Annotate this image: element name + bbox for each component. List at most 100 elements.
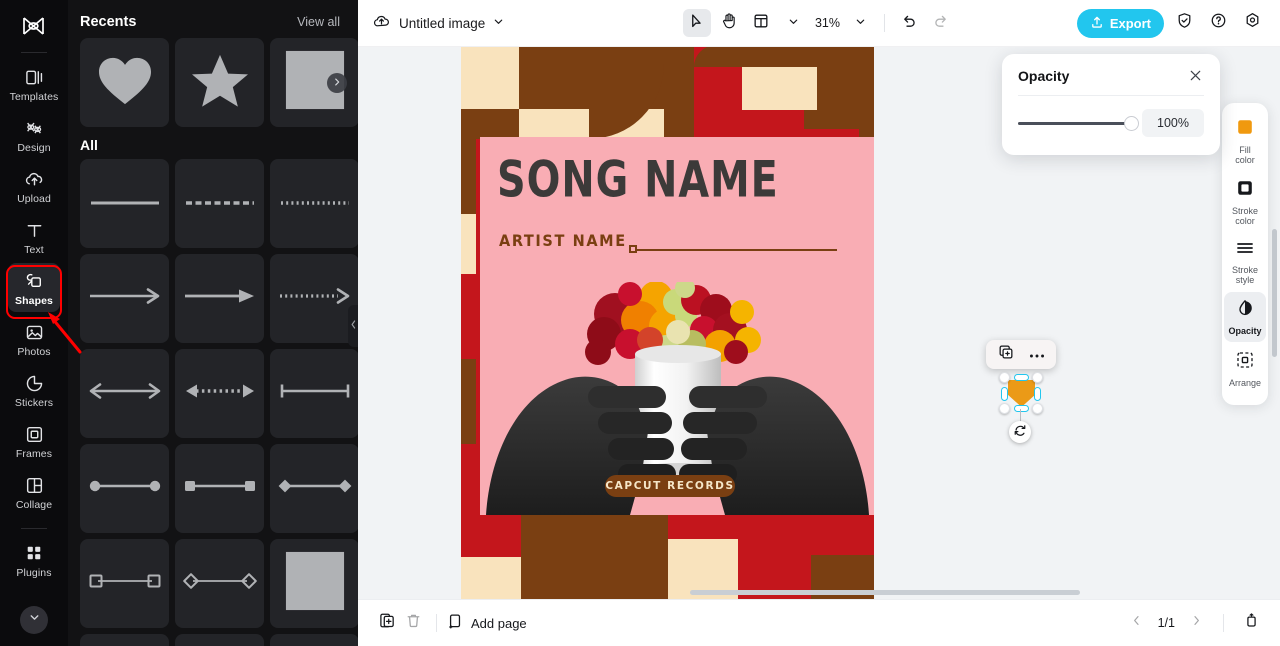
panel-collapse-button[interactable]	[348, 305, 358, 347]
resize-handle-bottom[interactable]	[1014, 405, 1029, 412]
shape-tile-diamond-end-line[interactable]	[270, 444, 358, 533]
rail-divider	[21, 52, 47, 53]
opacity-slider-knob[interactable]	[1124, 115, 1139, 131]
selection-bounding-box[interactable]	[999, 372, 1043, 414]
page-manager-button[interactable]	[1238, 610, 1264, 636]
heart-icon	[96, 54, 154, 112]
resize-handle-top-right[interactable]	[1032, 372, 1043, 383]
previous-page-button[interactable]	[1124, 610, 1150, 636]
resize-handle-bottom-right[interactable]	[1032, 403, 1043, 414]
sidebar-item-templates[interactable]: Templates	[8, 59, 60, 108]
opacity-button[interactable]: Opacity	[1224, 292, 1266, 342]
page-manager-icon	[1243, 612, 1260, 634]
shield-check-button[interactable]	[1170, 9, 1198, 37]
poster-card[interactable]: SONG NAME ARTIST NAME CAPCUT RECORDS	[480, 137, 874, 515]
sidebar-item-design[interactable]: Design	[8, 110, 60, 159]
chevron-down-icon	[787, 14, 798, 32]
shape-tile-star[interactable]	[175, 38, 264, 127]
duplicate-button[interactable]	[995, 344, 1017, 366]
resize-handle-top[interactable]	[1014, 374, 1029, 381]
help-button[interactable]	[1204, 9, 1232, 37]
more-options-button[interactable]	[1026, 344, 1048, 366]
shape-tile-dotted-line[interactable]	[270, 159, 358, 248]
shape-tile-partial-1[interactable]	[80, 634, 169, 646]
shield-check-icon	[1176, 12, 1193, 34]
canvas-area[interactable]: SONG NAME ARTIST NAME CAPCUT RECORDS Opa…	[358, 47, 1280, 599]
opacity-popover-header: Opacity	[1018, 68, 1204, 84]
dashed-line-icon	[184, 195, 256, 213]
shape-tile-filled-square[interactable]	[270, 539, 358, 628]
resize-handle-right[interactable]	[1034, 387, 1041, 401]
fill-color-swatch-icon	[1235, 117, 1255, 142]
shape-tile-circle-end-line[interactable]	[80, 444, 169, 533]
opacity-value-field[interactable]: 100%	[1142, 109, 1204, 137]
shape-tile-square-end-line[interactable]	[175, 444, 264, 533]
view-all-link[interactable]: View all	[297, 15, 340, 29]
shape-tile-bar-end-line[interactable]	[270, 349, 358, 438]
stroke-style-icon	[1235, 239, 1255, 262]
sidebar-item-plugins[interactable]: Plugins	[8, 535, 60, 584]
redo-button[interactable]	[927, 9, 955, 37]
export-button[interactable]: Export	[1076, 8, 1164, 38]
delete-page-button[interactable]	[400, 610, 426, 636]
duplicate-page-button[interactable]	[374, 610, 400, 636]
close-button[interactable]	[1188, 68, 1204, 84]
settings-button[interactable]	[1238, 9, 1266, 37]
shape-tile-dotted-double-arrow[interactable]	[175, 349, 264, 438]
layout-dropdown-button[interactable]	[779, 9, 807, 37]
next-page-button[interactable]	[1183, 610, 1209, 636]
sidebar-item-frames[interactable]: Frames	[8, 416, 60, 465]
sidebar-item-label: Upload	[17, 193, 51, 205]
fill-color-button[interactable]: Fill color	[1224, 111, 1266, 170]
shape-tile-arrow-filled[interactable]	[175, 254, 264, 343]
sidebar-item-stickers[interactable]: Stickers	[8, 365, 60, 414]
chevron-right-icon	[332, 74, 342, 92]
resize-handle-left[interactable]	[1001, 387, 1008, 401]
shape-tile-double-arrow[interactable]	[80, 349, 169, 438]
arrow-open-icon	[88, 287, 162, 310]
selected-orange-shape[interactable]	[1008, 380, 1035, 407]
canvas-horizontal-scrollbar[interactable]	[690, 590, 1080, 595]
hand-tool-button[interactable]	[715, 9, 743, 37]
shape-tile-hollow-square-end-line[interactable]	[80, 539, 169, 628]
shape-tile-arrow-open[interactable]	[80, 254, 169, 343]
shape-tile-hollow-diamond-end-line[interactable]	[175, 539, 264, 628]
stroke-color-button[interactable]: Stroke color	[1224, 172, 1266, 231]
sidebar-item-photos[interactable]: Photos	[8, 314, 60, 363]
shape-tile-partial-2[interactable]	[175, 634, 264, 646]
chevron-left-icon	[350, 317, 357, 335]
opacity-slider[interactable]	[1018, 115, 1139, 131]
trash-icon	[405, 612, 422, 634]
arrange-button[interactable]: Arrange	[1224, 344, 1266, 393]
zoom-dropdown-button[interactable]	[846, 9, 874, 37]
canvas-vertical-scrollbar[interactable]	[1272, 229, 1277, 357]
select-tool-button[interactable]	[682, 9, 711, 37]
sidebar-item-text[interactable]: Text	[8, 212, 60, 261]
layout-tool-button[interactable]	[747, 9, 775, 37]
document-name-button[interactable]: Untitled image	[372, 13, 504, 34]
rotate-handle[interactable]	[1009, 421, 1031, 443]
rail-collapse-button[interactable]	[20, 606, 48, 634]
shape-tile-partial-3[interactable]	[270, 634, 358, 646]
shape-tile-solid-line[interactable]	[80, 159, 169, 248]
recents-next-button[interactable]	[327, 72, 347, 93]
capcut-logo-icon[interactable]	[14, 8, 54, 44]
resize-handle-top-left[interactable]	[999, 372, 1010, 383]
object-context-toolbar[interactable]	[986, 340, 1056, 369]
cloud-sync-icon	[372, 13, 391, 34]
add-page-button[interactable]: Add page	[447, 613, 527, 633]
resize-handle-bottom-left[interactable]	[999, 403, 1010, 414]
stroke-style-button[interactable]: Stroke style	[1224, 233, 1266, 290]
sidebar-item-shapes[interactable]: Shapes	[8, 263, 60, 312]
sidebar-item-collage[interactable]: Collage	[8, 467, 60, 516]
undo-button[interactable]	[895, 9, 923, 37]
poster-artboard[interactable]: SONG NAME ARTIST NAME CAPCUT RECORDS	[461, 47, 874, 599]
photos-icon	[23, 321, 45, 343]
shape-tile-heart[interactable]	[80, 38, 169, 127]
shape-tile-dashed-line[interactable]	[175, 159, 264, 248]
rotate-icon	[1013, 423, 1027, 442]
shapes-icon	[23, 270, 45, 292]
page-navigation: 1/1	[1124, 610, 1264, 636]
sidebar-item-upload[interactable]: Upload	[8, 161, 60, 210]
shape-tile-dotted-arrow[interactable]	[270, 254, 358, 343]
